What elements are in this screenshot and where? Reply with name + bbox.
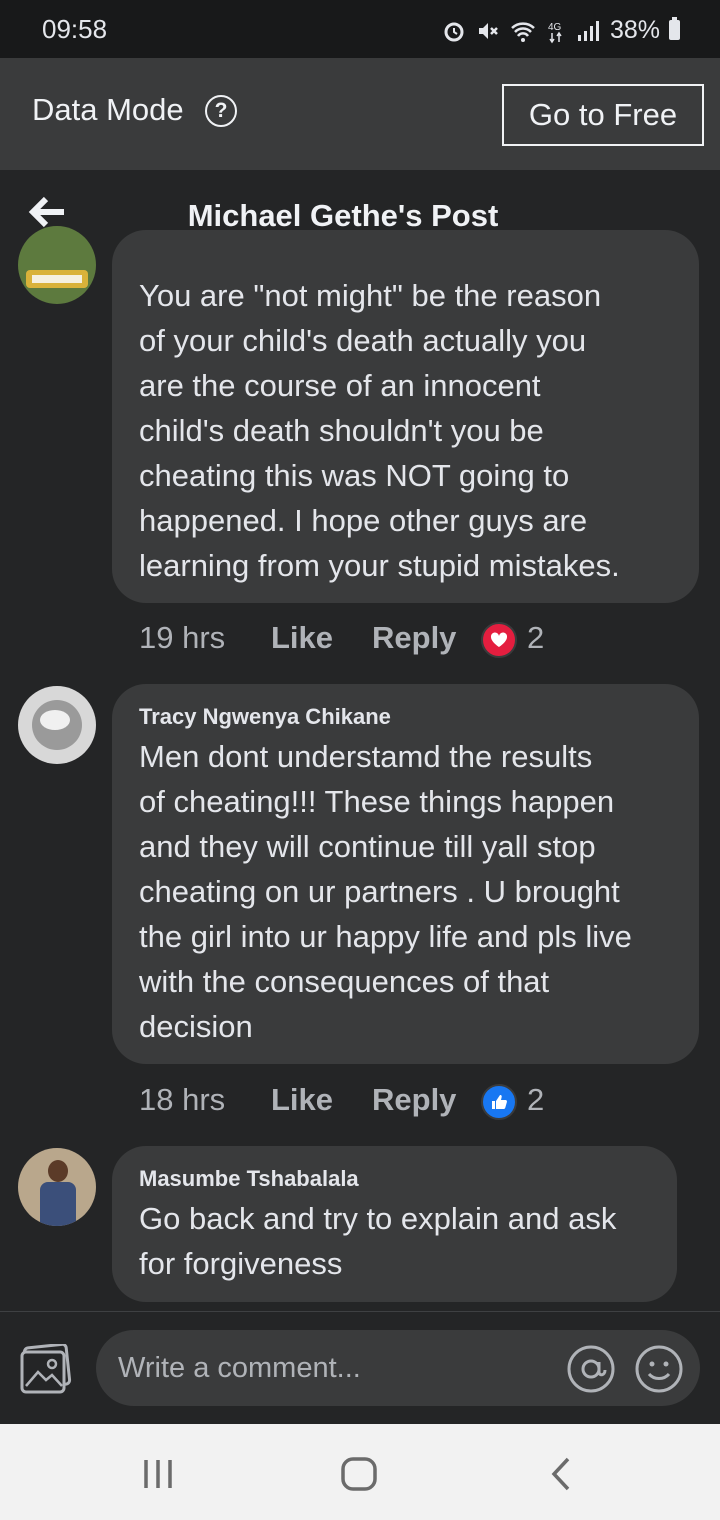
composer-divider: [0, 1311, 720, 1312]
status-icons: 4G 38%: [442, 16, 660, 45]
comment-line: with the consequences of that: [139, 964, 550, 999]
battery-percentage: 38%: [609, 16, 660, 44]
data-mode-label: Data Mode: [32, 92, 184, 127]
reply-button[interactable]: Reply: [372, 1082, 456, 1118]
comment-line: happened. I hope other guys are: [139, 503, 588, 538]
thumbs-up-icon[interactable]: [481, 1084, 517, 1120]
comment-line: for forgiveness: [139, 1246, 343, 1281]
comment-line: the girl into ur happy life and pls live: [139, 919, 632, 954]
comment-line: decision: [139, 1009, 253, 1044]
comment-author[interactable]: Masumbe Tshabalala: [139, 1166, 359, 1192]
comment-time: 19 hrs: [139, 620, 226, 655]
comment-line: Men dont understamd the results: [139, 739, 593, 774]
comment-line: learning from your stupid mistakes.: [139, 548, 620, 583]
avatar[interactable]: [18, 226, 96, 304]
help-icon[interactable]: ?: [205, 95, 237, 127]
comment-line: of your child's death actually you: [139, 323, 587, 358]
mention-icon[interactable]: [566, 1344, 616, 1394]
emoji-icon[interactable]: [634, 1344, 684, 1394]
avatar[interactable]: [18, 1148, 96, 1226]
comment-line: of cheating!!! These things happen: [139, 784, 615, 819]
comment-line: Go back and try to explain and ask: [139, 1201, 617, 1236]
wifi-icon: [511, 21, 535, 42]
recent-apps-icon[interactable]: [140, 1458, 176, 1490]
comment-time: 18 hrs: [139, 1082, 226, 1117]
comment-text: You are "not might" be the reason of you…: [139, 273, 620, 588]
comment-text: Men dont understamd the results of cheat…: [139, 734, 632, 1049]
system-back-icon[interactable]: [548, 1456, 574, 1492]
mute-icon: [478, 22, 498, 39]
comment-line: child's death shouldn't you be: [139, 413, 544, 448]
comment-line: are the course of an innocent: [139, 368, 541, 403]
home-icon[interactable]: [340, 1456, 378, 1492]
reaction-count: 2: [527, 1082, 545, 1117]
comment-author[interactable]: Tracy Ngwenya Chikane: [139, 704, 391, 730]
signal-icon: [577, 20, 599, 41]
battery-icon: [669, 17, 680, 40]
comment-line: cheating this was NOT going to: [139, 458, 570, 493]
alarm-icon: [444, 22, 464, 41]
comment-text: Go back and try to explain and ask for f…: [139, 1196, 616, 1286]
photo-icon[interactable]: [20, 1344, 72, 1394]
heart-icon[interactable]: [481, 622, 517, 658]
comment-line: cheating on ur partners . U brought: [139, 874, 620, 909]
status-time: 09:58: [42, 14, 108, 44]
comment-placeholder: Write a comment...: [118, 1352, 361, 1384]
go-to-free-button[interactable]: Go to Free: [502, 84, 704, 146]
reply-button[interactable]: Reply: [372, 620, 456, 656]
comment-line: and they will continue till yall stop: [139, 829, 596, 864]
lte-icon: 4G: [548, 22, 562, 43]
like-button[interactable]: Like: [271, 620, 333, 656]
svg-text:4G: 4G: [548, 22, 562, 33]
reaction-count: 2: [527, 620, 545, 655]
avatar[interactable]: [18, 686, 96, 764]
comment-line: You are "not might" be the reason: [139, 278, 602, 313]
post-title: Michael Gethe's Post: [187, 198, 499, 233]
like-button[interactable]: Like: [271, 1082, 333, 1118]
